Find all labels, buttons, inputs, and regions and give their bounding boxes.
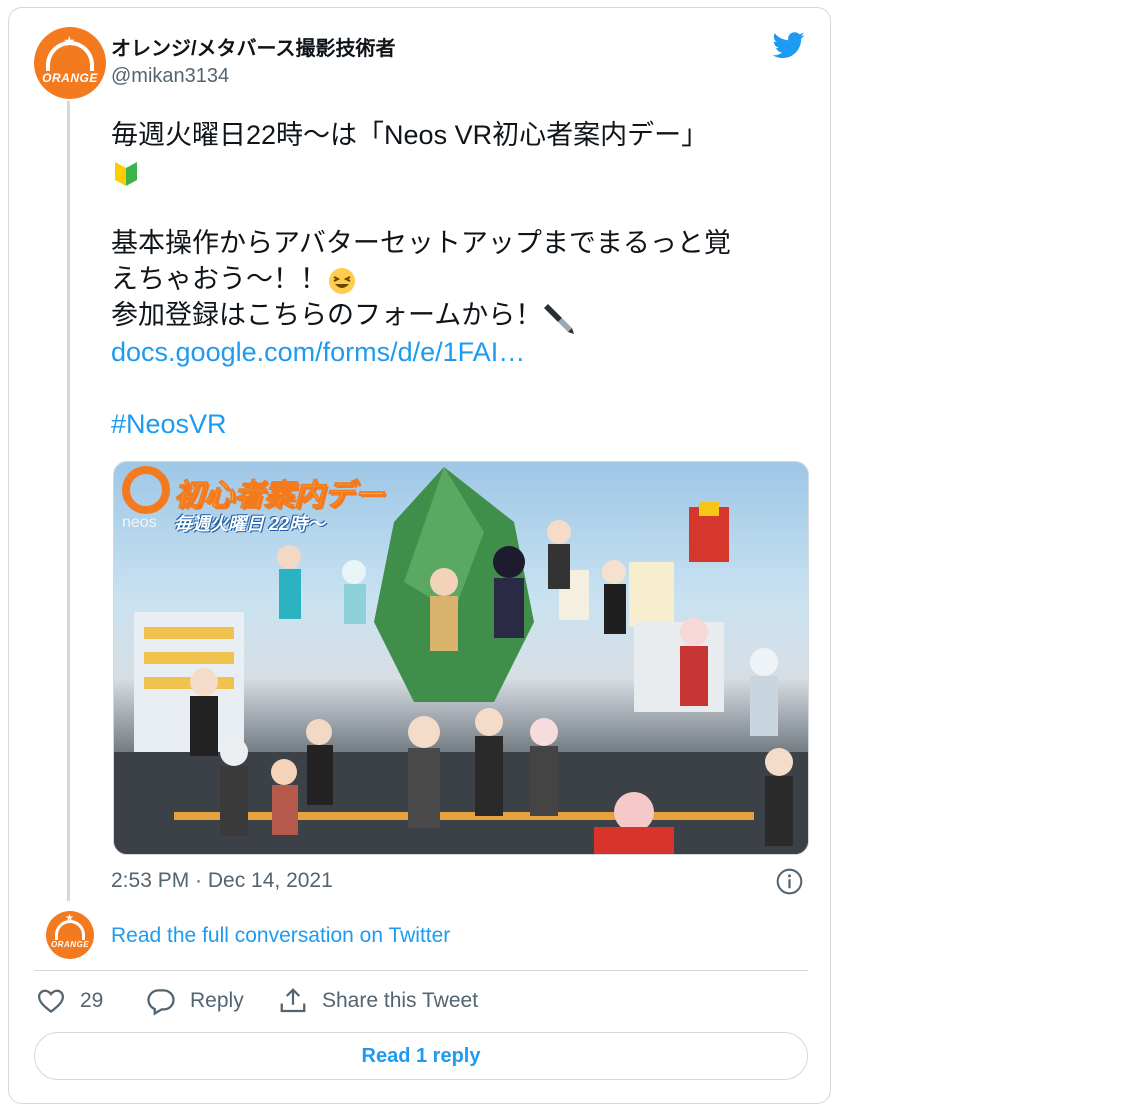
avatar-arc-small <box>55 920 85 940</box>
share-icon <box>280 988 306 1013</box>
reply-icon <box>147 989 175 1016</box>
author-handle[interactable]: @mikan3134 <box>111 65 229 88</box>
reply-label: Reply <box>190 989 244 1012</box>
heart-icon <box>37 989 65 1014</box>
twitter-bird-icon[interactable] <box>771 29 807 61</box>
avatar-arc <box>46 41 94 71</box>
tweet-line-5: えちゃおう〜！！ <box>111 261 811 297</box>
avatar-label-small: ORANGE <box>50 940 90 949</box>
like-count: 29 <box>80 989 104 1012</box>
read-full-conversation-link[interactable]: Read the full conversation on Twitter <box>111 924 450 948</box>
hashtag-link[interactable]: #NeosVR <box>111 406 811 442</box>
reply-button[interactable]: Reply <box>146 986 244 1016</box>
beginner-mark-emoji <box>115 161 137 186</box>
share-button[interactable]: Share this Tweet <box>278 986 478 1016</box>
tweet-line-1: 毎週火曜日22時〜は「Neos VR初心者案内デー」 <box>111 120 709 150</box>
image-subtitle: 毎週火曜日 22時〜 <box>174 514 326 534</box>
tweet-line-6-text: 参加登録はこちらのフォームから！ <box>111 300 543 330</box>
tweet-timestamp[interactable]: 2:53 PM · Dec 14, 2021 <box>111 869 333 893</box>
author-avatar[interactable]: ★ ORANGE <box>34 27 106 99</box>
like-button[interactable]: 29 <box>36 986 103 1016</box>
share-label: Share this Tweet <box>322 989 479 1012</box>
thread-line <box>67 101 70 901</box>
tweet-text: 毎週火曜日22時〜は「Neos VR初心者案内デー」 基本操作からアバターセット… <box>111 117 811 442</box>
tweet-image[interactable]: 初心者案内デー 毎週火曜日 22時〜 neos <box>113 461 809 855</box>
laughing-face-emoji <box>329 267 355 294</box>
tweet-line-emoji <box>111 153 811 189</box>
avatar-label: ORANGE <box>42 71 98 85</box>
image-brand: neos <box>122 514 157 531</box>
image-title: 初心者案内デー <box>174 479 385 513</box>
tweet-line-5-text: えちゃおう〜！！ <box>111 264 327 294</box>
form-link[interactable]: docs.google.com/forms/d/e/1FAI… <box>111 334 811 370</box>
tweet-line-4: 基本操作からアバターセットアップまでまるっと覚 <box>111 228 731 258</box>
read-reply-button[interactable]: Read 1 reply <box>34 1032 808 1080</box>
fountain-pen-emoji <box>544 303 575 334</box>
author-name[interactable]: オレンジ/メタバース撮影技術者 <box>111 32 396 61</box>
info-icon[interactable] <box>776 868 803 895</box>
conversation-avatar[interactable]: ★ ORANGE <box>46 911 94 959</box>
divider <box>34 970 808 971</box>
tweet-line-6: 参加登録はこちらのフォームから！ <box>111 297 811 334</box>
tweet-line-blank-2 <box>111 370 811 406</box>
